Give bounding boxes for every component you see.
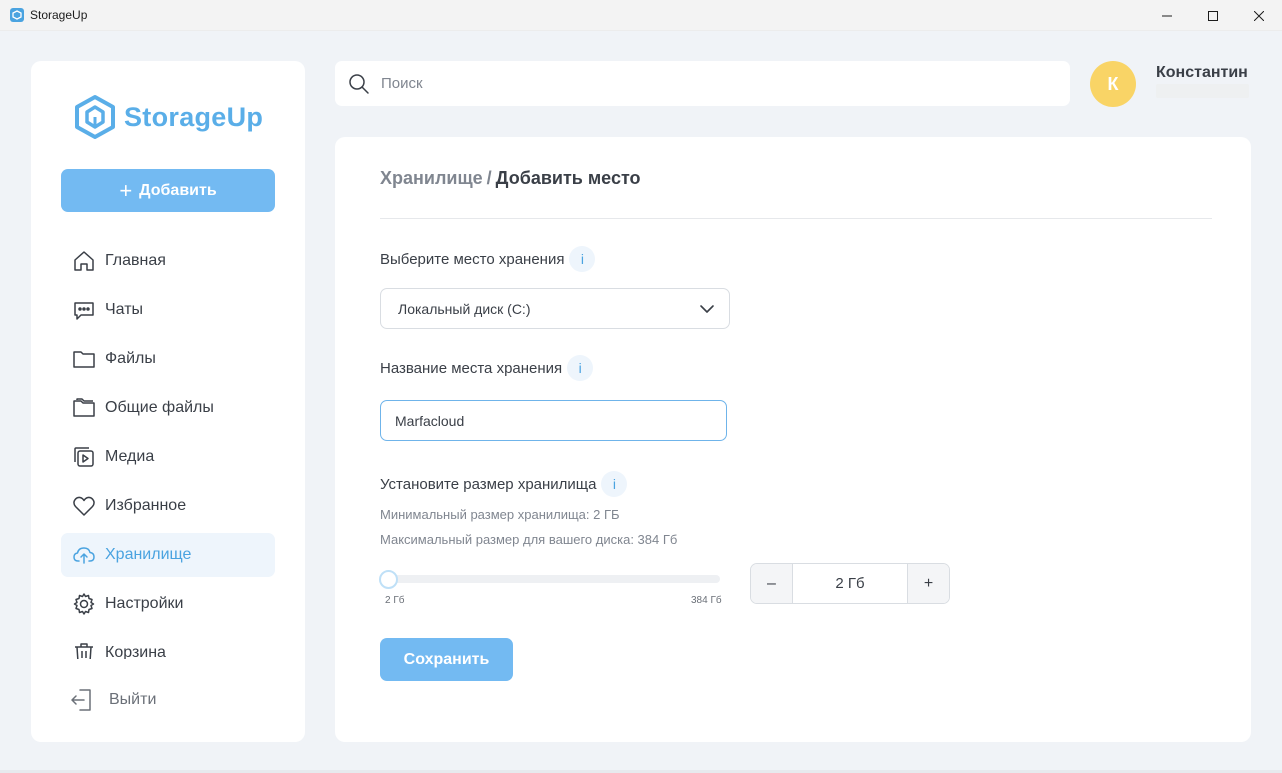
plus-icon: + bbox=[119, 177, 133, 203]
logout-label: Выйти bbox=[109, 691, 157, 708]
media-icon bbox=[71, 444, 97, 470]
storage-location-value: Локальный диск (C:) bbox=[398, 300, 531, 317]
sidebar-item-settings[interactable]: Настройки bbox=[61, 582, 275, 626]
sidebar-item-label: Общие файлы bbox=[105, 399, 214, 416]
minimize-icon bbox=[1162, 15, 1172, 16]
home-icon bbox=[71, 248, 97, 274]
save-button[interactable]: Сохранить bbox=[380, 638, 513, 681]
min-size-hint: Минимальный размер хранилища: 2 ГБ bbox=[380, 507, 620, 522]
add-storage-card: Хранилище / Добавить место Выберите место … bbox=[335, 137, 1251, 742]
storage-name-input[interactable] bbox=[380, 400, 727, 441]
decrement-button[interactable]: – bbox=[751, 564, 792, 603]
user-subtitle-redacted bbox=[1156, 84, 1249, 98]
storage-size-label: Установите размер хранилища bbox=[380, 475, 597, 493]
logo[interactable]: StorageUp bbox=[74, 94, 263, 140]
window-controls bbox=[1144, 0, 1282, 31]
size-stepper: – 2 Гб + bbox=[750, 563, 950, 604]
heart-icon bbox=[71, 493, 97, 519]
info-icon[interactable]: i bbox=[601, 471, 628, 497]
sidebar-item-shared-files[interactable]: Общие файлы bbox=[61, 386, 275, 430]
sidebar-item-label: Хранилище bbox=[105, 546, 192, 563]
sidebar-item-home[interactable]: Главная bbox=[61, 239, 275, 283]
breadcrumb: Хранилище / Добавить место bbox=[380, 168, 641, 189]
size-slider[interactable] bbox=[379, 570, 720, 590]
cloud-upload-icon bbox=[71, 542, 97, 568]
maximize-button[interactable] bbox=[1190, 0, 1236, 31]
slider-max-label: 384 Гб bbox=[691, 595, 722, 606]
minimize-button[interactable] bbox=[1144, 0, 1190, 31]
chat-icon bbox=[71, 297, 97, 323]
sidebar-item-storage[interactable]: Хранилище bbox=[61, 533, 275, 577]
avatar[interactable]: К bbox=[1090, 61, 1136, 107]
storage-location-select[interactable]: Локальный диск (C:) bbox=[380, 288, 730, 329]
shared-folder-icon bbox=[71, 395, 97, 421]
slider-track bbox=[380, 575, 720, 583]
chevron-down-icon bbox=[700, 305, 714, 313]
maximize-icon bbox=[1208, 10, 1218, 21]
sidebar-item-media[interactable]: Медиа bbox=[61, 435, 275, 479]
size-label-row: Установите размер хранилища i bbox=[380, 471, 628, 497]
size-value[interactable]: 2 Гб bbox=[792, 564, 908, 603]
sidebar-nav: Главная Чаты Файлы Общие файлы Медиа Изб… bbox=[61, 239, 275, 659]
storage-name-label: Название места хранения bbox=[380, 359, 563, 377]
logo-text: StorageUp bbox=[124, 101, 264, 132]
folder-icon bbox=[71, 346, 97, 372]
name-label-row: Название места хранения i bbox=[380, 355, 594, 381]
logout-icon bbox=[69, 687, 95, 713]
gear-icon bbox=[71, 591, 97, 617]
sidebar-item-chats[interactable]: Чаты bbox=[61, 288, 275, 332]
close-icon bbox=[1254, 10, 1264, 21]
breadcrumb-current: Добавить место bbox=[495, 168, 641, 188]
sidebar-item-label: Главная bbox=[105, 252, 166, 269]
slider-min-label: 2 Гб bbox=[385, 595, 405, 606]
sidebar-item-files[interactable]: Файлы bbox=[61, 337, 275, 381]
breadcrumb-storage-link[interactable]: Хранилище bbox=[380, 168, 483, 188]
info-icon[interactable]: i bbox=[567, 355, 594, 381]
search-input[interactable] bbox=[381, 75, 981, 92]
sidebar-item-label: Медиа bbox=[105, 448, 155, 465]
location-label: Выберите место хранения bbox=[380, 250, 565, 268]
search-bar bbox=[335, 61, 1070, 106]
sidebar-item-label: Файлы bbox=[105, 350, 156, 367]
user-name[interactable]: Константин bbox=[1156, 64, 1248, 82]
sidebar-item-favorites[interactable]: Избранное bbox=[61, 484, 275, 528]
info-icon[interactable]: i bbox=[569, 246, 596, 272]
add-button-label: Добавить bbox=[139, 181, 217, 199]
sidebar-item-label: Чаты bbox=[105, 301, 144, 318]
increment-button[interactable]: + bbox=[908, 564, 949, 603]
location-label-row: Выберите место хранения i bbox=[380, 246, 596, 272]
search-icon bbox=[348, 73, 370, 95]
avatar-initial: К bbox=[1107, 73, 1119, 94]
sidebar-item-label: Настройки bbox=[105, 595, 184, 612]
max-size-hint: Максимальный размер для вашего диска: 38… bbox=[380, 532, 678, 547]
app-icon bbox=[10, 8, 24, 22]
logo-icon bbox=[75, 95, 115, 139]
sidebar-item-label: Корзина bbox=[105, 644, 166, 659]
window-title: StorageUp bbox=[30, 8, 88, 22]
sidebar: StorageUp + Добавить Главная Чаты Файлы bbox=[31, 61, 305, 742]
logout-button[interactable]: Выйти bbox=[69, 687, 156, 713]
breadcrumb-separator: / bbox=[486, 168, 492, 188]
sidebar-item-label: Избранное bbox=[105, 497, 187, 514]
sidebar-item-trash[interactable]: Корзина bbox=[61, 631, 275, 659]
close-button[interactable] bbox=[1236, 0, 1282, 31]
divider bbox=[380, 218, 1212, 219]
window-titlebar: StorageUp bbox=[0, 0, 1282, 31]
trash-icon bbox=[71, 640, 97, 659]
add-button[interactable]: + Добавить bbox=[61, 169, 275, 212]
slider-handle[interactable] bbox=[379, 570, 398, 589]
